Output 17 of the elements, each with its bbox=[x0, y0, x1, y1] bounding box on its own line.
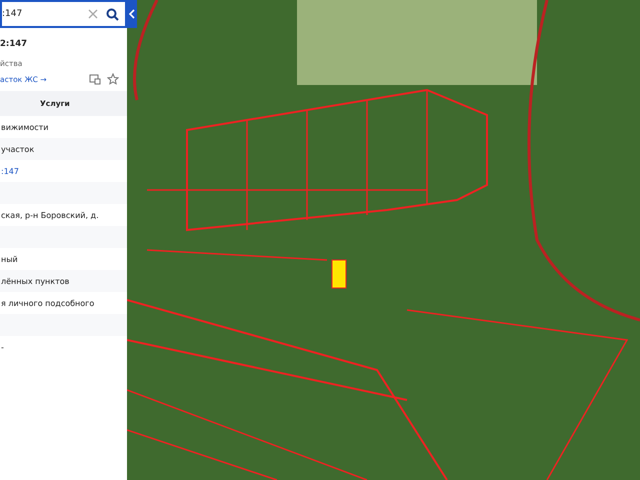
property-value: участок bbox=[1, 144, 34, 154]
layers-icon[interactable] bbox=[89, 74, 101, 84]
property-value: лённых пунктов bbox=[1, 276, 70, 286]
close-icon[interactable] bbox=[88, 9, 98, 19]
search-value: :147 bbox=[2, 9, 24, 19]
star-icon[interactable] bbox=[107, 73, 119, 85]
search-field[interactable]: :147 bbox=[0, 0, 127, 28]
property-value: ный bbox=[1, 254, 18, 264]
collapse-button[interactable] bbox=[127, 0, 137, 28]
property-value: я личного подсобного bbox=[1, 298, 94, 308]
property-value: вижимости bbox=[1, 122, 49, 132]
object-number: 2:147 bbox=[0, 38, 28, 49]
search-icon[interactable] bbox=[106, 8, 119, 20]
chevron-left-icon bbox=[129, 9, 135, 19]
property-value: - bbox=[1, 342, 4, 352]
property-value: ская, р-н Боровский, д. bbox=[1, 210, 99, 220]
cadastral-link[interactable]: :147 bbox=[1, 166, 19, 176]
